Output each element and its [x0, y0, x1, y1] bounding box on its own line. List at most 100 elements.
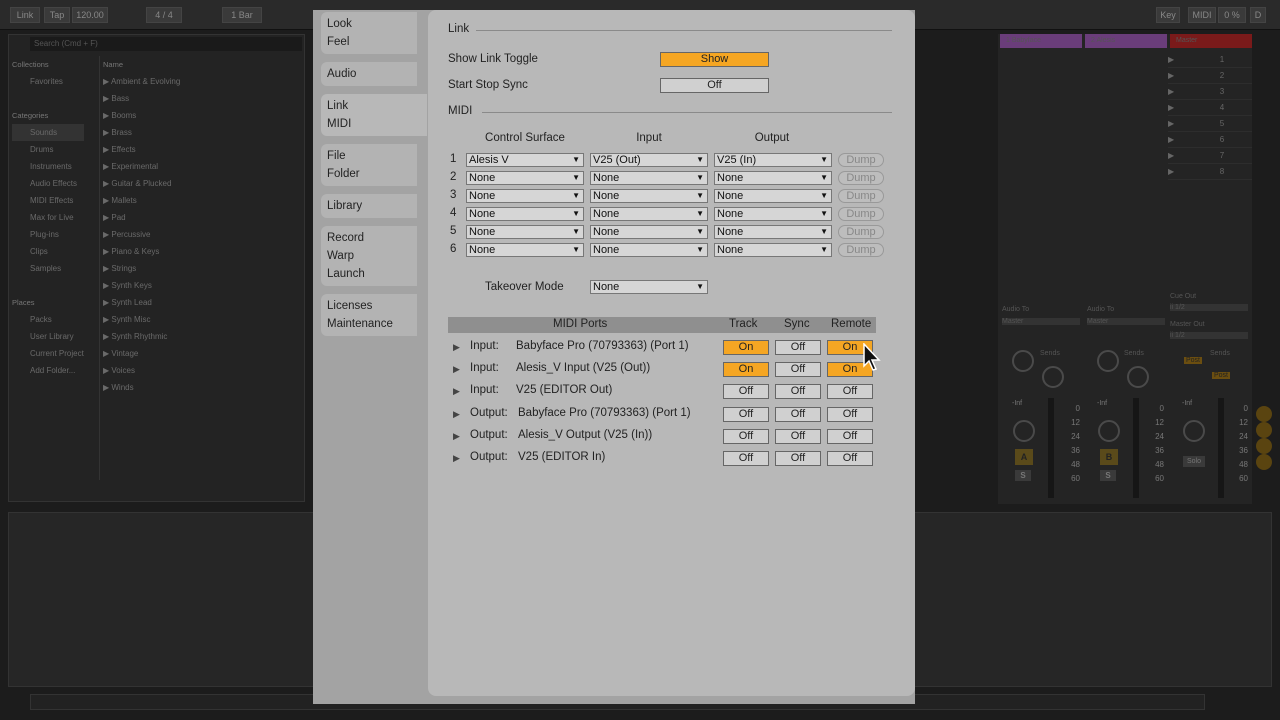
category-samples[interactable]: Samples [12, 260, 84, 277]
category-max-for-live[interactable]: Max for Live [12, 209, 84, 226]
quantization-menu[interactable]: 1 Bar [222, 7, 262, 23]
scene-launch-button[interactable]: ▶ 7 [1168, 148, 1252, 164]
control-surface-select[interactable]: None ▼ [466, 207, 584, 221]
control-surface-select[interactable]: None ▼ [466, 171, 584, 185]
surface-output-select[interactable]: None ▼ [714, 171, 832, 185]
surface-input-select[interactable]: None ▼ [590, 243, 708, 257]
surface-output-select[interactable]: None ▼ [714, 189, 832, 203]
surface-input-select[interactable]: None ▼ [590, 207, 708, 221]
list-item[interactable]: ▶ Winds [103, 379, 180, 396]
scene-launch-button[interactable]: ▶ 4 [1168, 100, 1252, 116]
takeover-mode-select[interactable]: None ▼ [590, 280, 708, 294]
track-toggle[interactable]: Off [723, 384, 769, 399]
remote-toggle[interactable]: Off [827, 451, 873, 466]
expand-triangle-icon[interactable]: ▶ [453, 431, 460, 442]
tab-link-midi[interactable]: Link MIDI [321, 94, 427, 136]
list-item[interactable]: ▶ Vintage [103, 345, 180, 362]
io-toggle-icon[interactable] [1256, 406, 1272, 422]
pan-knob[interactable] [1098, 420, 1120, 442]
place-add-folder[interactable]: Add Folder... [12, 362, 84, 379]
category-clips[interactable]: Clips [12, 243, 84, 260]
track-header-2[interactable]: 2 Alesis [1085, 34, 1167, 48]
expand-triangle-icon[interactable]: ▶ [453, 453, 460, 464]
track-toggle[interactable]: Off [723, 429, 769, 444]
send-b-knob[interactable] [1042, 366, 1064, 388]
list-item[interactable]: ▶ Experimental [103, 158, 180, 175]
category-plug-ins[interactable]: Plug-ins [12, 226, 84, 243]
pan-knob[interactable] [1183, 420, 1205, 442]
sync-toggle[interactable]: Off [775, 340, 821, 355]
track-activator-b[interactable]: B [1100, 449, 1118, 465]
place-packs[interactable]: Packs [12, 311, 84, 328]
list-item[interactable]: ▶ Mallets [103, 192, 180, 209]
control-surface-select[interactable]: Alesis V ▼ [466, 153, 584, 167]
link-button[interactable]: Link [10, 7, 40, 23]
cue-out-select[interactable]: ii 1/2 [1170, 304, 1248, 311]
send-b-knob[interactable] [1127, 366, 1149, 388]
expand-triangle-icon[interactable]: ▶ [453, 386, 460, 397]
expand-triangle-icon[interactable]: ▶ [453, 409, 460, 420]
tab-look-feel[interactable]: Look Feel [321, 12, 417, 54]
remote-toggle[interactable]: Off [827, 384, 873, 399]
start-stop-sync-button[interactable]: Off [660, 78, 769, 93]
list-item[interactable]: ▶ Voices [103, 362, 180, 379]
name-column-header[interactable]: Name [103, 56, 180, 73]
list-item[interactable]: ▶ Pad [103, 209, 180, 226]
surface-input-select[interactable]: None ▼ [590, 171, 708, 185]
list-item[interactable]: ▶ Booms [103, 107, 180, 124]
category-audio-effects[interactable]: Audio Effects [12, 175, 84, 192]
volume-fader[interactable] [1048, 398, 1054, 498]
list-item[interactable]: ▶ Bass [103, 90, 180, 107]
post-button[interactable]: Post [1212, 372, 1231, 379]
list-item[interactable]: ▶ Guitar & Plucked [103, 175, 180, 192]
track-activator-a[interactable]: A [1015, 449, 1033, 465]
volume-fader[interactable] [1218, 398, 1224, 498]
control-surface-select[interactable]: None ▼ [466, 243, 584, 257]
list-item[interactable]: ▶ Synth Lead [103, 294, 180, 311]
solo-cue-button[interactable]: Solo [1183, 456, 1205, 467]
surface-input-select[interactable]: None ▼ [590, 189, 708, 203]
tab-audio[interactable]: Audio [321, 62, 417, 86]
pan-knob[interactable] [1013, 420, 1035, 442]
time-signature[interactable]: 4 / 4 [146, 7, 182, 23]
scene-launch-button[interactable]: ▶ 1 [1168, 52, 1252, 68]
category-sounds[interactable]: Sounds [12, 124, 84, 141]
surface-output-select[interactable]: None ▼ [714, 207, 832, 221]
sync-toggle[interactable]: Off [775, 384, 821, 399]
control-surface-select[interactable]: None ▼ [466, 189, 584, 203]
track-toggle[interactable]: On [723, 340, 769, 355]
send-a-knob[interactable] [1097, 350, 1119, 372]
key-map-button[interactable]: Key [1156, 7, 1180, 23]
sync-toggle[interactable]: Off [775, 407, 821, 422]
remote-toggle[interactable]: Off [827, 407, 873, 422]
surface-output-select[interactable]: None ▼ [714, 225, 832, 239]
category-instruments[interactable]: Instruments [12, 158, 84, 175]
dump-button[interactable]: Dump [838, 225, 884, 239]
sync-toggle[interactable]: Off [775, 362, 821, 377]
mixer-toggle-icon[interactable] [1256, 454, 1272, 470]
list-item[interactable]: ▶ Synth Rhythmic [103, 328, 180, 345]
midi-map-button[interactable]: MIDI [1188, 7, 1216, 23]
remote-toggle[interactable]: Off [827, 429, 873, 444]
expand-triangle-icon[interactable]: ▶ [453, 342, 460, 353]
tab-file-folder[interactable]: File Folder [321, 144, 417, 186]
expand-triangle-icon[interactable]: ▶ [453, 364, 460, 375]
surface-input-select[interactable]: None ▼ [590, 225, 708, 239]
list-item[interactable]: ▶ Synth Keys [103, 277, 180, 294]
list-item[interactable]: ▶ Strings [103, 260, 180, 277]
audio-to-select[interactable]: Master [1087, 318, 1165, 325]
list-item[interactable]: ▶ Ambient & Evolving [103, 73, 180, 90]
browser-search-input[interactable]: Search (Cmd + F) [30, 37, 302, 51]
dump-button[interactable]: Dump [838, 243, 884, 257]
dump-button[interactable]: Dump [838, 189, 884, 203]
surface-output-select[interactable]: None ▼ [714, 243, 832, 257]
returns-toggle-icon[interactable] [1256, 438, 1272, 454]
solo-button[interactable]: S [1015, 470, 1031, 481]
list-item[interactable]: ▶ Synth Misc [103, 311, 180, 328]
surface-output-select[interactable]: V25 (In) ▼ [714, 153, 832, 167]
tempo-field[interactable]: 120.00 [72, 7, 108, 23]
scene-launch-button[interactable]: ▶ 2 [1168, 68, 1252, 84]
sync-toggle[interactable]: Off [775, 451, 821, 466]
track-toggle[interactable]: Off [723, 407, 769, 422]
place-user-library[interactable]: User Library [12, 328, 84, 345]
